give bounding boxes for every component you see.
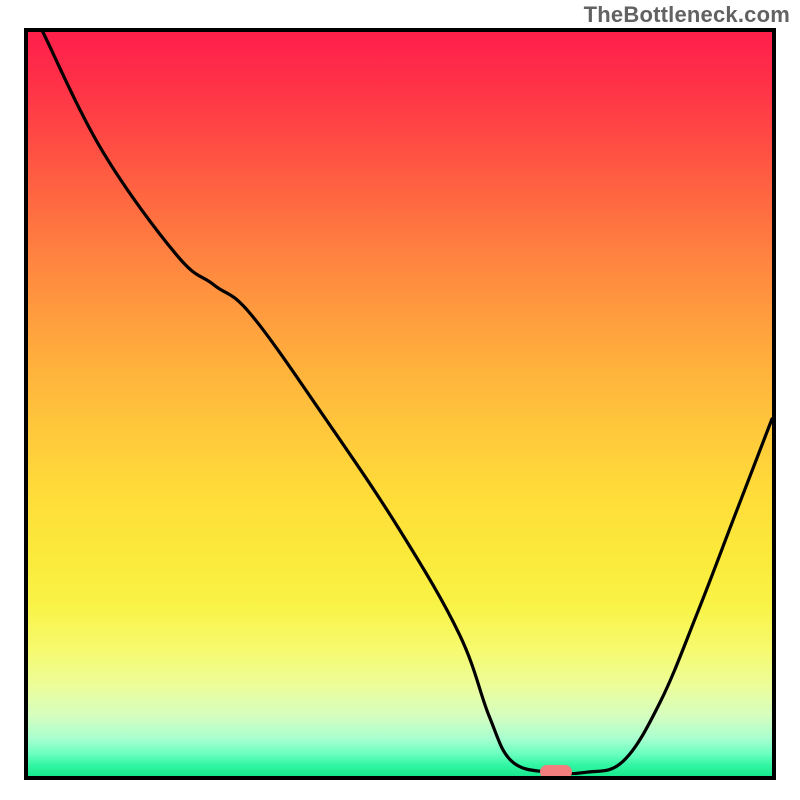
chart-container: TheBottleneck.com — [0, 0, 800, 800]
optimal-point-marker — [540, 765, 572, 779]
plot-area — [24, 28, 776, 780]
bottleneck-curve — [28, 32, 772, 776]
watermark-label: TheBottleneck.com — [584, 2, 790, 28]
